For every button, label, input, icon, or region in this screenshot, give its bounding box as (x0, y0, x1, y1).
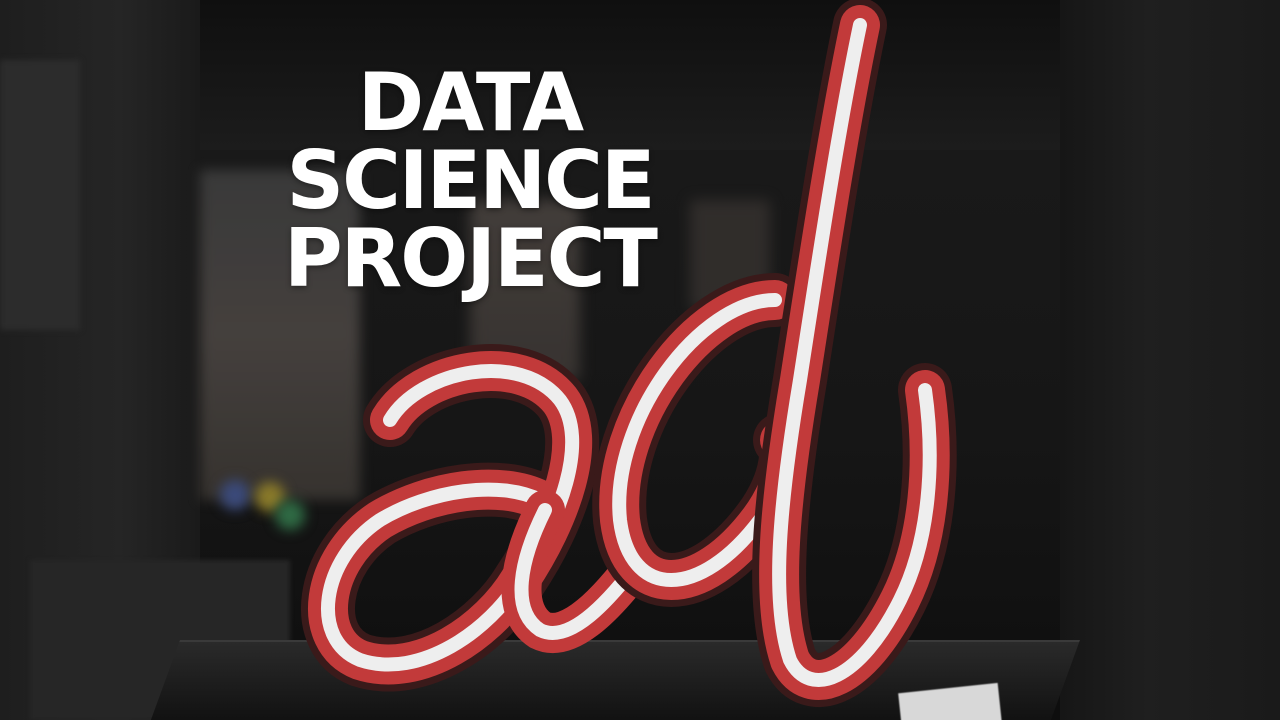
headline-line-1: DATA SCIENCE (286, 56, 655, 227)
hero-image: DATA SCIENCE PROJECT (0, 0, 1280, 720)
headline: DATA SCIENCE PROJECT (170, 56, 770, 305)
headline-line-2: PROJECT (284, 212, 658, 305)
